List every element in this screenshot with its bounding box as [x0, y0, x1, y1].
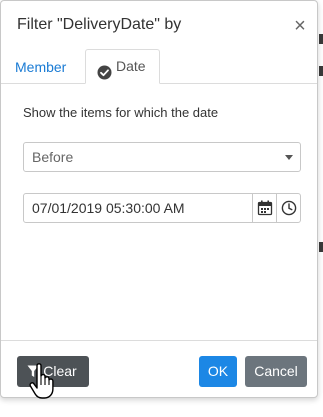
condition-select-value: Before	[32, 149, 74, 165]
clear-button[interactable]: Clear	[17, 356, 89, 387]
close-button[interactable]: ×	[291, 16, 309, 36]
background-edge-mark	[319, 34, 323, 44]
filter-icon	[27, 365, 39, 377]
dialog-title: Filter "DeliveryDate" by	[17, 16, 182, 33]
tab-member-label: Member	[15, 59, 67, 75]
calendar-icon	[257, 200, 273, 216]
tab-member[interactable]: Member	[15, 49, 66, 82]
filter-instruction: Show the items for which the date	[23, 105, 219, 120]
condition-select[interactable]: Before	[23, 142, 301, 172]
background-edge	[319, 0, 323, 417]
chevron-down-icon	[285, 155, 293, 160]
check-circle-icon	[97, 59, 112, 80]
clock-icon	[281, 200, 297, 216]
clear-button-label: Clear	[43, 363, 77, 379]
background-edge-mark	[319, 242, 323, 252]
datetime-picker	[23, 193, 301, 223]
tab-date[interactable]: Date	[85, 49, 160, 84]
calendar-button[interactable]	[252, 194, 276, 222]
time-button[interactable]	[276, 194, 300, 222]
filter-dialog: Filter "DeliveryDate" by × Member Date S…	[0, 0, 318, 398]
dialog-footer: Clear OK Cancel	[1, 340, 317, 399]
ok-button[interactable]: OK	[199, 356, 237, 387]
date-value-input[interactable]	[24, 194, 250, 222]
filter-tabs: Member Date	[1, 49, 317, 84]
cancel-button[interactable]: Cancel	[245, 356, 307, 387]
tab-date-label: Date	[116, 58, 146, 74]
background-edge-mark	[319, 66, 323, 76]
